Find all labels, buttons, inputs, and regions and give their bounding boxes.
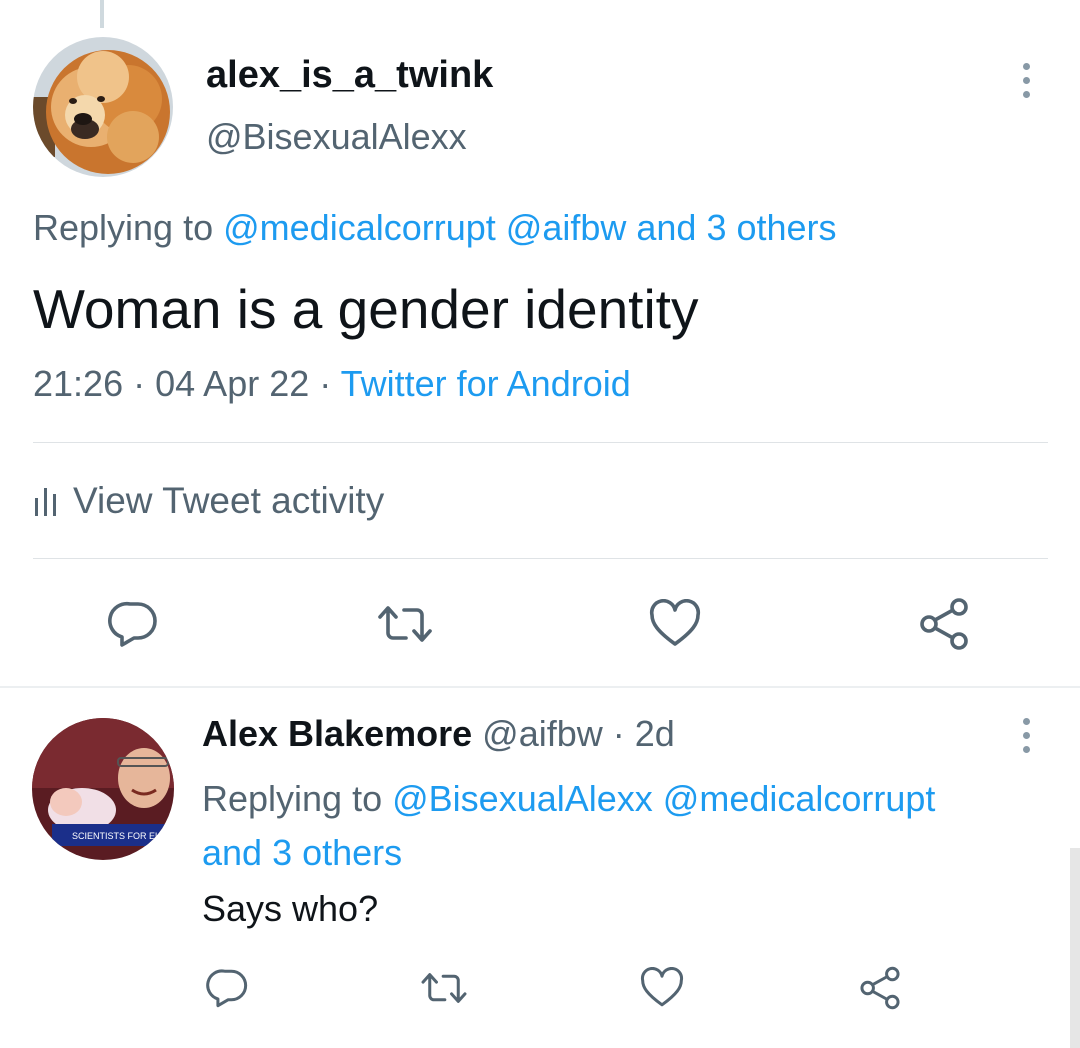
replying-to-line: Replying to @medicalcorrupt @aifbw and 3… (33, 207, 837, 249)
share-icon (920, 598, 968, 650)
mention-link[interactable]: @BisexualAlexx (392, 778, 653, 819)
avatar-dog-image (33, 37, 173, 177)
reply-author-display-name[interactable]: Alex Blakemore (202, 713, 472, 754)
avatar[interactable] (33, 37, 173, 177)
reply-header: Alex Blakemore @aifbw · 2d (202, 713, 675, 755)
reply-button[interactable] (104, 596, 164, 652)
reply-age[interactable]: 2d (635, 713, 675, 754)
tweet-metadata: 21:26 · 04 Apr 22 · Twitter for Android (33, 363, 631, 405)
retweet-icon (378, 606, 432, 642)
others-link[interactable]: and 3 others (636, 207, 836, 248)
author-display-name[interactable]: alex_is_a_twink (206, 54, 493, 97)
reply-icon (206, 969, 248, 1008)
reply-reply-button[interactable] (204, 966, 252, 1010)
more-dot (1022, 746, 1030, 753)
mention-link[interactable]: @aifbw (506, 207, 627, 248)
replying-to-label: Replying to (202, 778, 383, 819)
view-tweet-activity-label: View Tweet activity (73, 480, 385, 521)
more-vertical-icon (1022, 718, 1030, 725)
more-dot (1022, 732, 1030, 739)
heart-icon (640, 967, 684, 1007)
author-handle[interactable]: @BisexualAlexx (206, 116, 467, 158)
mention-link[interactable]: @medicalcorrupt (663, 778, 936, 819)
tweet-text: Woman is a gender identity (33, 278, 699, 340)
reply-replying-to-line: Replying to @BisexualAlexx @medicalcorru… (202, 772, 935, 880)
tweet-separator (0, 686, 1080, 688)
tweet-source-link[interactable]: Twitter for Android (341, 363, 631, 404)
reply-share-button[interactable] (856, 966, 904, 1010)
reply-more-options-button[interactable] (1020, 718, 1032, 753)
more-dot (1022, 77, 1030, 84)
more-options-button[interactable] (1020, 63, 1032, 98)
retweet-icon (421, 973, 467, 1003)
more-dot (1022, 91, 1030, 98)
mention-link[interactable]: @medicalcorrupt (223, 207, 496, 248)
scrollbar[interactable] (1070, 848, 1080, 1048)
share-icon (860, 966, 900, 1010)
bar-chart-icon (35, 488, 56, 516)
meta-separator: · (133, 363, 146, 404)
reply-avatar[interactable]: SCIENTISTS FOR EU (32, 718, 174, 860)
avatar-banner-text: SCIENTISTS FOR EU (72, 831, 162, 841)
others-link[interactable]: and 3 others (202, 826, 935, 880)
divider (33, 558, 1048, 559)
reply-avatar-image: SCIENTISTS FOR EU (32, 718, 174, 860)
view-tweet-activity-button[interactable]: View Tweet activity (33, 478, 384, 524)
retweet-button[interactable] (372, 596, 438, 652)
reply-like-button[interactable] (638, 966, 686, 1010)
reply-author-handle[interactable]: @aifbw (482, 713, 603, 754)
thread-connector-line (100, 0, 104, 28)
reply-separator: · (612, 713, 625, 754)
reply-retweet-button[interactable] (416, 966, 472, 1010)
replying-to-label: Replying to (33, 207, 214, 248)
share-button[interactable] (914, 596, 974, 652)
heart-icon (649, 599, 701, 646)
reply-text: Says who? (202, 888, 379, 929)
divider (33, 442, 1048, 443)
tweet-date[interactable]: 04 Apr 22 (155, 363, 309, 404)
meta-separator: · (319, 363, 332, 404)
more-vertical-icon (1022, 63, 1030, 70)
tweet-time[interactable]: 21:26 (33, 363, 123, 404)
like-button[interactable] (645, 596, 705, 652)
reply-icon (108, 601, 157, 647)
